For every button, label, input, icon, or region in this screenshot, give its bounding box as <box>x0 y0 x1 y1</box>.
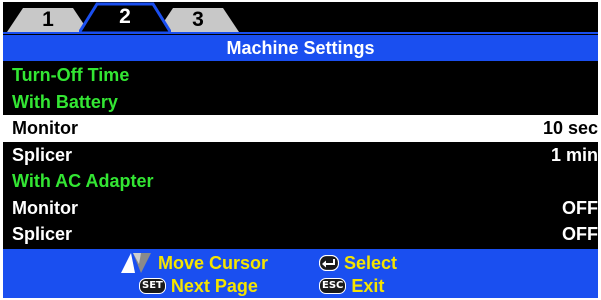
row-value: 10 sec <box>542 118 598 138</box>
page-title: Machine Settings <box>3 35 598 61</box>
setting-row-battery-monitor[interactable]: Monitor 10 sec <box>3 115 598 142</box>
machine-settings-screen: 1 3 2 Machine Settings Turn-Off Time Wit… <box>3 2 598 298</box>
exit-hint: ESC Exit <box>319 275 384 297</box>
key-hints-bar: Move Cursor Select SET Next Page ESC Exi… <box>3 249 598 298</box>
tab-bar: 1 3 2 <box>3 2 598 34</box>
esc-key-icon: ESC <box>319 278 347 294</box>
settings-list: Turn-Off Time With Battery Monitor 10 se… <box>3 62 598 248</box>
select-hint: Select <box>319 252 397 274</box>
row-value: OFF <box>562 197 598 218</box>
next-page-hint: SET Next Page <box>139 275 258 297</box>
move-cursor-label: Move Cursor <box>158 253 269 273</box>
next-page-label: Next Page <box>170 276 258 296</box>
move-cursor-hint: Move Cursor <box>119 252 268 274</box>
tab-1[interactable]: 1 <box>7 2 89 32</box>
row-label: With Battery <box>12 91 118 112</box>
setting-row-battery-splicer[interactable]: Splicer 1 min <box>3 142 598 169</box>
tab-2-label: 2 <box>119 5 131 28</box>
row-label: Turn-Off Time <box>12 65 130 85</box>
row-label: Monitor <box>12 118 78 138</box>
select-label: Select <box>344 253 398 273</box>
row-label: Splicer <box>12 224 73 244</box>
tab-1-label: 1 <box>42 8 54 31</box>
row-label: With AC Adapter <box>12 171 154 191</box>
enter-icon <box>319 255 339 271</box>
tab-2[interactable]: 2 <box>79 2 171 34</box>
exit-label: Exit <box>351 276 385 296</box>
setting-row-ac-monitor[interactable]: Monitor OFF <box>3 195 598 222</box>
row-label: Splicer <box>12 144 73 165</box>
section-heading-with-battery: With Battery <box>3 89 598 116</box>
section-heading-with-ac-adapter: With AC Adapter <box>3 168 598 195</box>
row-value: 1 min <box>550 144 598 165</box>
up-down-arrows-icon <box>121 253 151 273</box>
set-key-icon: SET <box>139 278 166 294</box>
section-heading-turn-off-time: Turn-Off Time <box>3 62 598 89</box>
tab-underline <box>3 32 598 34</box>
row-label: Monitor <box>12 197 78 218</box>
row-value: OFF <box>562 224 598 244</box>
setting-row-ac-splicer[interactable]: Splicer OFF <box>3 221 598 248</box>
